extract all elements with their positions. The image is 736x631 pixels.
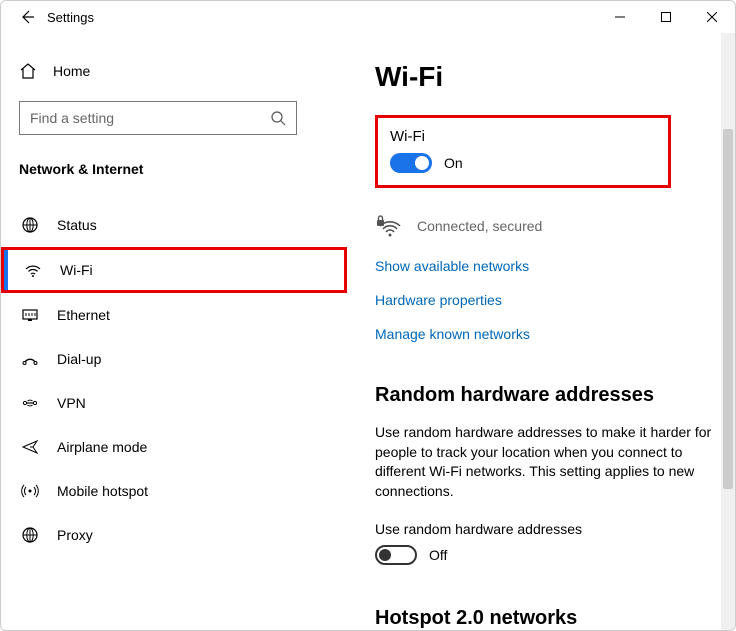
window-body: Home Find a setting Network & Internet S… <box>1 33 735 630</box>
page-title: Wi-Fi <box>375 61 713 93</box>
settings-window: Settings Home Find a setting <box>0 0 736 631</box>
random-hw-toggle-switch[interactable] <box>375 545 417 565</box>
minimize-button[interactable] <box>597 1 643 33</box>
hardware-properties-link[interactable]: Hardware properties <box>375 292 713 308</box>
manage-known-networks-link[interactable]: Manage known networks <box>375 326 713 342</box>
section-title: Network & Internet <box>19 161 347 177</box>
sidebar-item-label: Airplane mode <box>57 439 147 455</box>
show-networks-link[interactable]: Show available networks <box>375 258 713 274</box>
sidebar-item-label: Dial-up <box>57 351 101 367</box>
connection-status-text: Connected, secured <box>417 218 542 234</box>
airplane-icon <box>21 438 39 456</box>
sidebar: Home Find a setting Network & Internet S… <box>1 33 347 630</box>
wifi-toggle-state: On <box>444 155 463 171</box>
sidebar-item-label: Ethernet <box>57 307 110 323</box>
back-button[interactable] <box>13 3 41 31</box>
maximize-icon <box>661 12 671 22</box>
vpn-icon <box>21 394 39 412</box>
search-placeholder: Find a setting <box>30 110 270 126</box>
sidebar-item-vpn[interactable]: VPN <box>1 381 347 425</box>
sidebar-item-label: VPN <box>57 395 86 411</box>
back-arrow-icon <box>19 9 35 25</box>
sidebar-item-wifi[interactable]: Wi-Fi <box>1 247 347 293</box>
status-icon <box>21 216 39 234</box>
sidebar-item-proxy[interactable]: Proxy <box>1 513 347 557</box>
random-hw-heading: Random hardware addresses <box>375 384 713 407</box>
minimize-icon <box>615 12 625 22</box>
close-icon <box>707 12 717 22</box>
sidebar-item-hotspot[interactable]: Mobile hotspot <box>1 469 347 513</box>
ethernet-icon <box>21 306 39 324</box>
random-hw-toggle-row: Off <box>375 545 713 565</box>
sidebar-item-airplane[interactable]: Airplane mode <box>1 425 347 469</box>
sidebar-item-dialup[interactable]: Dial-up <box>1 337 347 381</box>
maximize-button[interactable] <box>643 1 689 33</box>
scrollbar[interactable] <box>721 33 735 630</box>
random-hw-toggle-label: Use random hardware addresses <box>375 521 713 537</box>
close-button[interactable] <box>689 1 735 33</box>
window-title: Settings <box>47 10 94 25</box>
random-hw-toggle-state: Off <box>429 547 447 563</box>
sidebar-item-label: Proxy <box>57 527 93 543</box>
search-input[interactable]: Find a setting <box>19 101 297 135</box>
scrollbar-thumb[interactable] <box>723 129 733 489</box>
sidebar-nav: Status Wi-Fi Ethernet <box>19 203 347 557</box>
proxy-icon <box>21 526 39 544</box>
wifi-toggle-row: On <box>390 153 656 173</box>
secured-wifi-icon <box>375 212 403 240</box>
random-hw-description: Use random hardware addresses to make it… <box>375 423 713 501</box>
sidebar-item-label: Status <box>57 217 97 233</box>
main-content: Wi-Fi Wi-Fi On <box>347 33 735 630</box>
search-icon <box>270 110 286 126</box>
titlebar: Settings <box>1 1 735 33</box>
wifi-toggle-switch[interactable] <box>390 153 432 173</box>
window-controls <box>597 1 735 33</box>
hotspot-icon <box>21 482 39 500</box>
wifi-toggle-section: Wi-Fi On <box>375 115 671 188</box>
hotspot2-heading: Hotspot 2.0 networks <box>375 607 713 630</box>
wifi-toggle-label: Wi-Fi <box>390 128 656 145</box>
home-label: Home <box>53 63 90 79</box>
connection-status-row[interactable]: Connected, secured <box>375 212 713 240</box>
wifi-icon <box>24 261 42 279</box>
dialup-icon <box>21 350 39 368</box>
sidebar-item-status[interactable]: Status <box>1 203 347 247</box>
home-icon <box>19 62 37 80</box>
home-link[interactable]: Home <box>19 49 347 93</box>
sidebar-item-ethernet[interactable]: Ethernet <box>1 293 347 337</box>
sidebar-item-label: Wi-Fi <box>60 262 93 278</box>
sidebar-item-label: Mobile hotspot <box>57 483 148 499</box>
